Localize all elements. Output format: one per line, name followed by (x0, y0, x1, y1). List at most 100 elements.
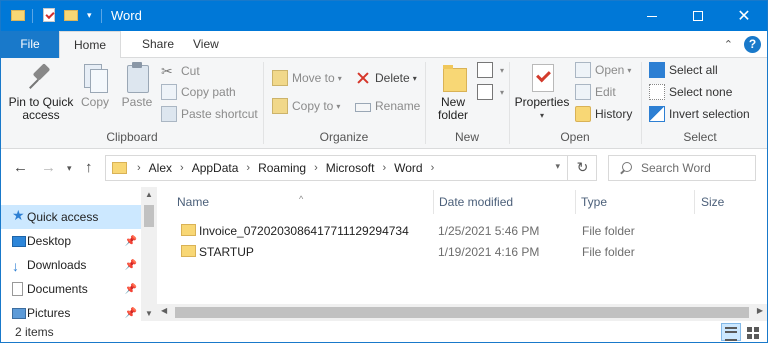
scroll-right-icon[interactable]: ▶ (757, 306, 763, 315)
refresh-icon: ↻ (576, 159, 589, 175)
select-none-button[interactable]: Select none (649, 82, 732, 102)
tab-file[interactable]: File (1, 31, 59, 58)
help-icon[interactable]: ? (744, 36, 761, 53)
copy-path-button[interactable]: Copy path (161, 82, 236, 102)
customize-toolbar-icon[interactable]: ▾ (87, 10, 92, 26)
up-button[interactable]: ↑ (85, 159, 93, 176)
table-row[interactable]: Invoice_07202030864177111292947​34 1/25/… (161, 220, 765, 242)
chevron-down-icon: ▾ (412, 73, 417, 83)
breadcrumb-roaming[interactable]: Roaming (258, 161, 306, 175)
details-view-button[interactable] (721, 323, 741, 341)
invert-selection-button[interactable]: Invert selection (649, 104, 750, 124)
cut-label: Cut (181, 64, 200, 78)
move-to-button[interactable]: Move to ▾ (272, 68, 342, 88)
properties-quick-icon[interactable] (43, 8, 55, 22)
column-header-size[interactable]: Size (681, 187, 767, 217)
title-separator (32, 9, 33, 23)
minimize-icon (647, 15, 657, 17)
nav-item-documents[interactable]: Documents 📌 (1, 277, 141, 301)
title-separator (101, 9, 102, 23)
row-name: STARTUP (199, 245, 254, 259)
breadcrumb-alex[interactable]: Alex (149, 161, 172, 175)
breadcrumb-word[interactable]: Word (394, 161, 422, 175)
cut-button[interactable]: ✂ Cut (161, 61, 200, 81)
properties-icon (529, 62, 555, 92)
properties-button[interactable]: Properties ▾ (513, 62, 571, 122)
scroll-left-icon[interactable]: ◀ (161, 306, 167, 315)
scroll-up-icon[interactable]: ▲ (141, 190, 157, 199)
address-dropdown-icon[interactable]: ▾ (555, 161, 560, 172)
minimize-button[interactable] (629, 1, 675, 31)
maximize-button[interactable] (675, 1, 721, 31)
tab-view[interactable]: View (179, 31, 233, 58)
nav-item-label: Documents (27, 282, 88, 296)
nav-item-desktop[interactable]: Desktop 📌 (1, 229, 141, 253)
pin-to-quick-access-button[interactable]: Pin to Quick access (5, 62, 77, 122)
back-button[interactable]: ← (13, 159, 28, 176)
scroll-thumb[interactable] (144, 205, 154, 227)
sort-ascending-icon: ^ (299, 194, 304, 204)
new-folder-quick-icon[interactable] (64, 10, 78, 21)
paste-shortcut-label: Paste shortcut (181, 107, 258, 121)
breadcrumb-microsoft[interactable]: Microsoft (326, 161, 375, 175)
copy-to-icon (272, 98, 288, 114)
star-icon (12, 207, 26, 224)
rename-button[interactable]: Rename (355, 96, 420, 116)
refresh-button[interactable]: ↻ (567, 155, 597, 181)
invert-selection-icon (649, 106, 665, 122)
column-header-label: Type (581, 195, 608, 209)
rename-icon (355, 102, 371, 112)
nav-item-quick-access[interactable]: Quick access (1, 205, 141, 229)
clipboard-group-label: Clipboard (106, 130, 158, 144)
pinned-icon: 📌 (124, 235, 137, 247)
paste-shortcut-icon (161, 106, 177, 122)
scroll-thumb[interactable] (175, 307, 749, 318)
easy-access-button[interactable]: ▾ (477, 82, 504, 102)
delete-button[interactable]: Delete ▾ (355, 68, 417, 88)
history-button[interactable]: History (575, 104, 632, 124)
copy-path-icon (161, 84, 177, 100)
search-box[interactable] (608, 155, 756, 181)
delete-icon (355, 70, 371, 86)
copy-path-label: Copy path (181, 85, 236, 99)
breadcrumb-appdata[interactable]: AppData (192, 161, 239, 175)
search-input[interactable] (641, 161, 751, 175)
select-none-label: Select none (669, 85, 733, 99)
recent-locations-button[interactable]: ▾ (67, 163, 72, 174)
close-button[interactable]: ✕ (721, 1, 767, 31)
breadcrumb-separator: › (382, 162, 387, 174)
ribbon-collapse-icon[interactable]: ⌃ (724, 38, 733, 51)
edit-button[interactable]: Edit (575, 82, 616, 102)
address-bar[interactable]: › Alex › AppData › Roaming › Microsoft ›… (105, 155, 597, 181)
horizontal-scrollbar[interactable]: ◀ ▶ (157, 304, 767, 321)
easy-access-icon (477, 84, 493, 100)
nav-item-label: Quick access (27, 210, 99, 224)
nav-item-downloads[interactable]: ↓ Downloads 📌 (1, 253, 141, 277)
column-header-type[interactable]: Type (561, 187, 695, 217)
new-folder-label: New folder (437, 95, 469, 122)
properties-label: Properties (514, 95, 570, 109)
copy-button[interactable]: Copy (77, 62, 113, 109)
row-date: 1/25/2021 5:46 PM (438, 224, 540, 238)
title-bar: ▾ Word ✕ (1, 1, 767, 31)
paste-button[interactable]: Paste (118, 62, 156, 109)
select-all-label: Select all (669, 63, 718, 77)
window-title: Word (111, 8, 142, 23)
new-folder-button[interactable]: New folder (431, 62, 475, 122)
paste-shortcut-button[interactable]: Paste shortcut (161, 104, 258, 124)
open-button[interactable]: Open ▾ (575, 60, 631, 80)
open-group-label: Open (560, 130, 590, 144)
large-icons-view-button[interactable] (743, 323, 763, 341)
tab-home[interactable]: Home (59, 31, 122, 59)
column-header-name[interactable]: ^ Name (157, 187, 433, 217)
table-row[interactable]: STARTUP 1/19/2021 4:16 PM File folder (161, 241, 765, 263)
copy-to-button[interactable]: Copy to ▾ (272, 96, 340, 116)
forward-button[interactable]: → (41, 159, 56, 176)
column-header-date[interactable]: Date modified (419, 187, 575, 217)
new-folder-icon (440, 62, 467, 92)
select-all-button[interactable]: Select all (649, 60, 718, 80)
breadcrumb-separator: › (430, 162, 435, 174)
nav-scrollbar[interactable]: ▲ ▼ (141, 187, 157, 321)
scroll-down-icon[interactable]: ▼ (141, 309, 157, 318)
new-item-button[interactable]: ▾ (477, 60, 504, 80)
